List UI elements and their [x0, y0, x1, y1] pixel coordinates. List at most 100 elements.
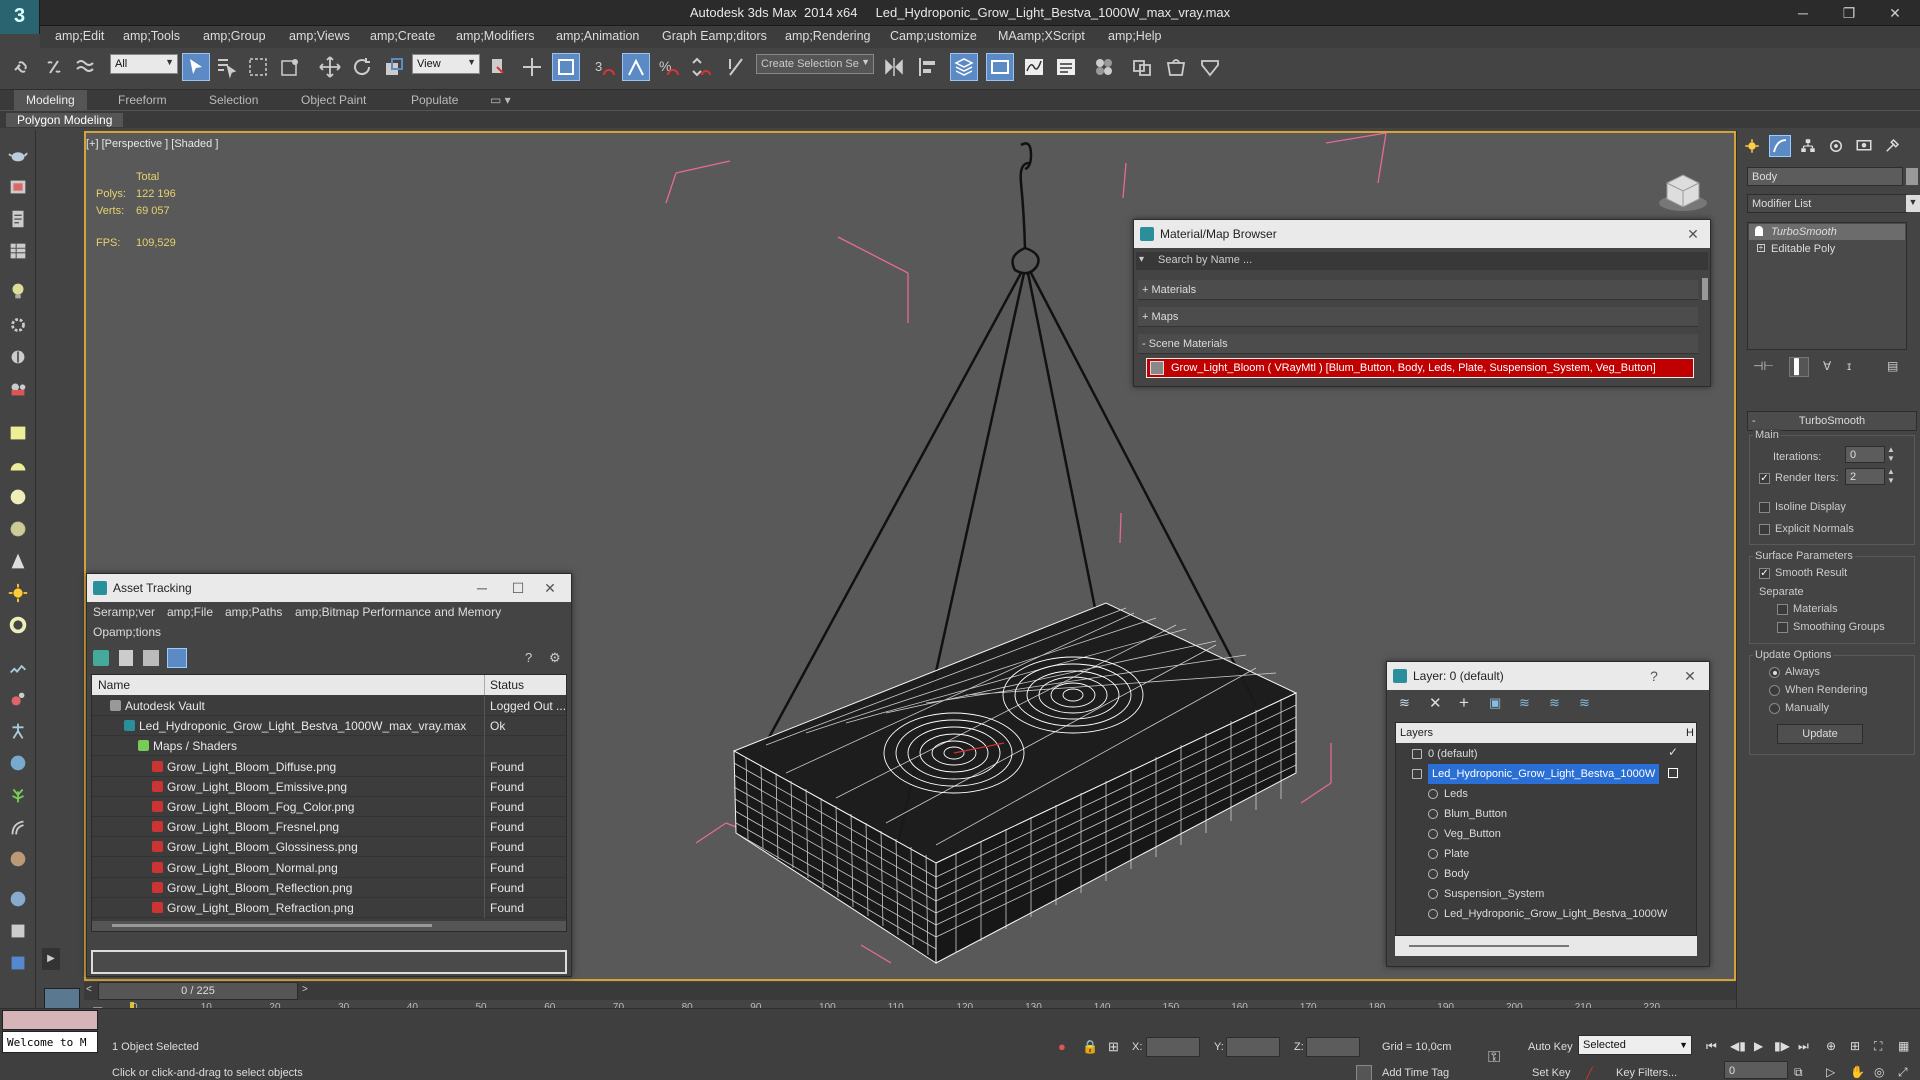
layer-row[interactable]: Plate	[1396, 844, 1696, 864]
gear-icon[interactable]	[4, 312, 32, 338]
render-iters-field[interactable]: 2	[1845, 468, 1885, 485]
settings-icon[interactable]: ⚙	[549, 650, 565, 666]
biped-icon[interactable]	[4, 718, 32, 744]
next-key-icon[interactable]: ▮▶	[1774, 1039, 1790, 1053]
create-tab-icon[interactable]	[1741, 135, 1763, 157]
hemisphere-icon[interactable]	[4, 452, 32, 478]
orbit-icon[interactable]: ◎	[1874, 1065, 1884, 1079]
asset-row[interactable]: Grow_Light_Bloom_Normal.png Found	[92, 857, 566, 878]
menu-group[interactable]: amp;Group	[203, 29, 266, 43]
schematic-view-icon[interactable]	[1052, 53, 1080, 81]
percent-snap-icon[interactable]: %	[654, 53, 682, 81]
asset-row[interactable]: Led_Hydroponic_Grow_Light_Bestva_1000W_m…	[92, 716, 566, 737]
asset-row[interactable]: Grow_Light_Bloom_Fresnel.png Found	[92, 817, 566, 838]
layer-row[interactable]: Led_Hydroponic_Grow_Light_Bestva_1000W	[1396, 904, 1696, 924]
scene-material-item[interactable]: Grow_Light_Bloom ( VRayMtl ) [Blum_Butto…	[1146, 358, 1694, 378]
maxscript-listener[interactable]: Welcome to M	[2, 1031, 98, 1053]
rendered-frame-icon[interactable]	[1162, 53, 1190, 81]
expand-arrow-icon[interactable]: ▶	[42, 948, 60, 970]
foliage-icon[interactable]	[4, 782, 32, 808]
list-view-icon[interactable]	[119, 650, 133, 666]
explicit-normals-checkbox[interactable]	[1759, 524, 1770, 535]
minimize-button[interactable]: ─	[1780, 0, 1826, 26]
show-end-result-icon[interactable]: ▌	[1789, 357, 1809, 377]
sphere-icon[interactable]	[4, 484, 32, 510]
angle-snap-icon[interactable]	[622, 53, 650, 81]
light-bulb-icon[interactable]	[4, 278, 32, 304]
torus-icon[interactable]	[4, 612, 32, 638]
object-color-swatch[interactable]	[1906, 168, 1918, 185]
maxscript-mini-listener[interactable]	[2, 1010, 98, 1030]
asset-hscrollbar[interactable]	[92, 921, 566, 931]
close-icon[interactable]: ✕	[535, 574, 565, 602]
stack-item-editable-poly[interactable]: + Editable Poly	[1749, 241, 1905, 257]
prev-frame-icon[interactable]: <	[86, 984, 92, 995]
hide-all-icon[interactable]: ≋	[1549, 695, 1565, 711]
current-layer-check-icon[interactable]: ✓	[1668, 745, 1678, 759]
update-button[interactable]: Update	[1777, 724, 1863, 744]
layer-row[interactable]: Veg_Button	[1396, 824, 1696, 844]
render-window-icon[interactable]	[4, 174, 32, 200]
iterations-field[interactable]: 0	[1845, 446, 1885, 463]
material-editor-icon[interactable]	[1090, 53, 1118, 81]
world-icon[interactable]	[4, 750, 32, 776]
modifier-list-dropdown[interactable]: Modifier List ▼	[1747, 194, 1920, 213]
field-of-view-icon[interactable]: ▷	[1826, 1065, 1835, 1079]
tab-selection[interactable]: Selection	[197, 90, 270, 110]
restore-button[interactable]: ❐	[1826, 0, 1872, 26]
material-search-bar[interactable]: ▾ Search by Name ...	[1136, 252, 1708, 270]
menu-rendering[interactable]: amp;Rendering	[785, 29, 870, 43]
manually-radio[interactable]	[1769, 703, 1780, 714]
x-coord-field[interactable]	[1146, 1037, 1200, 1057]
pan-icon[interactable]: ✋	[1850, 1065, 1865, 1079]
close-icon[interactable]: ✕	[1678, 220, 1708, 248]
layer-row[interactable]: 0 (default) ✓	[1396, 744, 1696, 764]
table-icon[interactable]	[4, 238, 32, 264]
tab-freeform[interactable]: Freeform	[106, 90, 179, 110]
col-hide-header[interactable]: H	[1686, 723, 1694, 743]
teapot-icon[interactable]	[4, 142, 32, 168]
reference-coord-dropdown[interactable]: View ▼	[412, 54, 480, 74]
edit-named-selections-icon[interactable]	[722, 53, 750, 81]
help-button[interactable]: ?	[1639, 662, 1669, 690]
menu-help[interactable]: amp;Help	[1108, 29, 1162, 43]
zoom-extents-all-icon[interactable]: ▦	[1898, 1039, 1909, 1053]
dynamics-icon[interactable]	[4, 686, 32, 712]
smooth-result-checkbox[interactable]: ✓	[1759, 568, 1770, 579]
asset-row[interactable]: Grow_Light_Bloom_Fog_Color.png Found	[92, 797, 566, 817]
scene-materials-section[interactable]: - Scene Materials	[1138, 334, 1698, 354]
unlink-icon[interactable]	[40, 53, 68, 81]
make-unique-icon[interactable]: ∀	[1823, 359, 1831, 373]
display-tab-icon[interactable]	[1853, 135, 1875, 157]
asset-menu-file[interactable]: amp;File	[167, 602, 213, 622]
light-bulb-icon[interactable]	[1755, 226, 1763, 236]
asset-tracking-titlebar[interactable]: Asset Tracking ─ ☐ ✕	[87, 574, 571, 602]
camera-icon[interactable]	[4, 376, 32, 402]
geosphere-icon[interactable]	[4, 516, 32, 542]
named-selection-dropdown[interactable]: Create Selection Se ▼	[756, 54, 874, 74]
layer-row[interactable]: Leds	[1396, 784, 1696, 804]
hair-icon[interactable]	[4, 814, 32, 840]
manipulate-icon[interactable]	[518, 53, 546, 81]
cone-icon[interactable]	[4, 548, 32, 574]
window-crossing-icon[interactable]	[276, 53, 304, 81]
asset-row[interactable]: Grow_Light_Bloom_Glossiness.png Found	[92, 837, 566, 858]
plane-icon[interactable]	[4, 420, 32, 446]
set-key-button[interactable]: Set Key	[1532, 1067, 1571, 1079]
layer-row[interactable]: Suspension_System	[1396, 884, 1696, 904]
previous-key-icon[interactable]: ◀▮	[1730, 1039, 1746, 1053]
bind-space-warp-icon[interactable]	[72, 53, 100, 81]
hscroll-thumb[interactable]	[112, 924, 432, 927]
smoothing-groups-checkbox[interactable]	[1777, 622, 1788, 633]
layer-row[interactable]: Body	[1396, 864, 1696, 884]
auto-key-button[interactable]: Auto Key	[1528, 1041, 1573, 1053]
keyboard-shortcut-icon[interactable]	[552, 53, 580, 81]
menu-tools[interactable]: amp;Tools	[123, 29, 180, 43]
mirror-icon[interactable]	[880, 53, 908, 81]
asset-menu-server[interactable]: Seramp;ver	[93, 602, 155, 622]
tab-modeling[interactable]: Modeling	[14, 90, 87, 110]
spinner-snap-icon[interactable]	[686, 53, 714, 81]
stack-item-turbosmooth[interactable]: TurboSmooth	[1749, 224, 1905, 240]
ribbon-options-icon[interactable]: ▭ ▾	[478, 90, 523, 110]
create-layer-icon[interactable]: ≋	[1399, 695, 1415, 711]
